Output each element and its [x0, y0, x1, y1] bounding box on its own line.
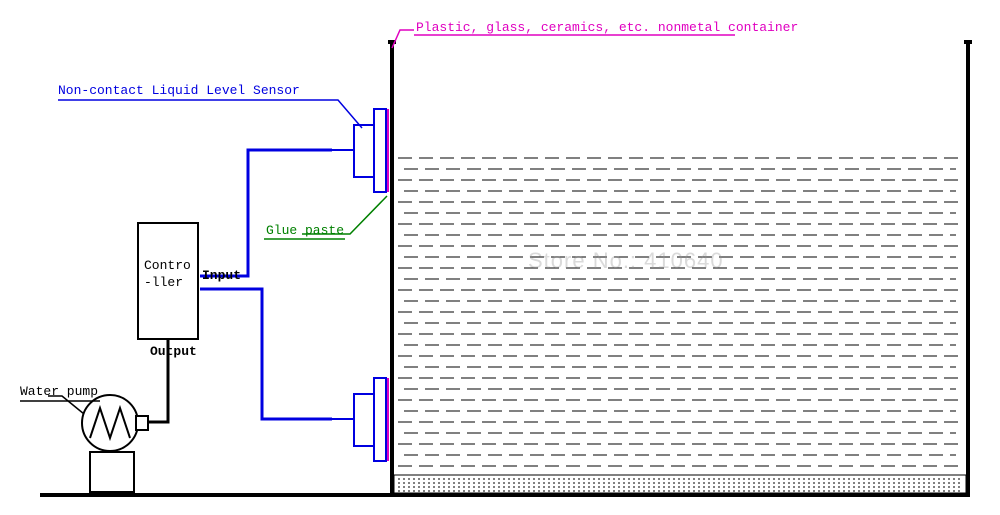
output-label: Output — [150, 344, 197, 359]
sensor-label: Non-contact Liquid Level Sensor — [58, 83, 300, 98]
input-label: Input — [202, 268, 241, 283]
glue-paste-label: Glue paste — [266, 223, 344, 238]
controller-label-line2: -ller — [144, 275, 183, 290]
pump-label: Water pump — [20, 384, 98, 399]
watermark-text: Store No.: 410640 — [528, 248, 724, 274]
controller-label-line1: Contro — [144, 258, 191, 273]
container-label: Plastic, glass, ceramics, etc. nonmetal … — [416, 20, 798, 35]
